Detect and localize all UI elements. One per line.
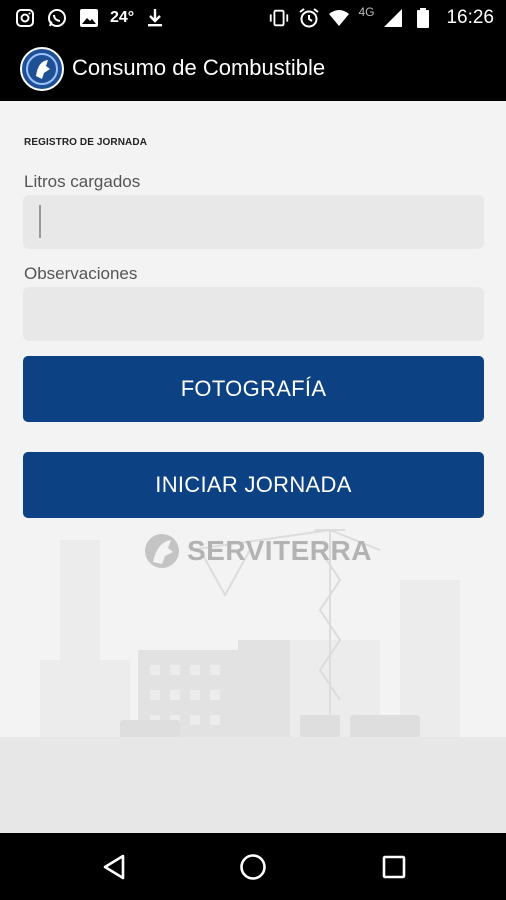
instagram-icon [14,7,36,29]
photo-button[interactable]: FOTOGRAFÍA [23,356,484,422]
wifi-icon [328,7,350,29]
signal-icon [382,7,404,29]
network-type: 4G [358,5,375,19]
back-nav-icon[interactable] [96,849,132,885]
alarm-icon [298,7,320,29]
vibrate-icon [268,7,290,29]
text-cursor [39,205,41,238]
whatsapp-icon [46,7,68,29]
clock-time: 16:26 [446,7,494,28]
start-shift-button[interactable]: INICIAR JORNADA [23,452,484,518]
app-logo-icon [20,47,64,91]
download-icon [144,7,166,29]
battery-icon [412,7,434,29]
observations-input[interactable] [23,287,484,341]
serviterra-logo-icon [145,534,179,568]
brand-name: SERVITERRA [187,535,372,566]
gallery-icon [78,7,100,29]
app-screen: 24° 4G 16:26 Consumo de Combustible SERV… [0,0,506,900]
serviterra-brand: SERVITERRA [143,532,372,570]
app-title: Consumo de Combustible [72,55,326,80]
navigation-bar [0,833,506,900]
observations-label: Observaciones [24,264,138,283]
temperature-text: 24° [110,9,135,26]
liters-input[interactable] [23,195,484,249]
recents-nav-icon[interactable] [376,849,412,885]
ground-strip [0,737,506,835]
liters-label: Litros cargados [24,172,141,191]
status-bar: 24° 4G 16:26 [0,0,506,37]
app-bar: Consumo de Combustible [0,37,506,101]
section-title: REGISTRO DE JORNADA [24,137,148,148]
home-nav-icon[interactable] [235,849,271,885]
